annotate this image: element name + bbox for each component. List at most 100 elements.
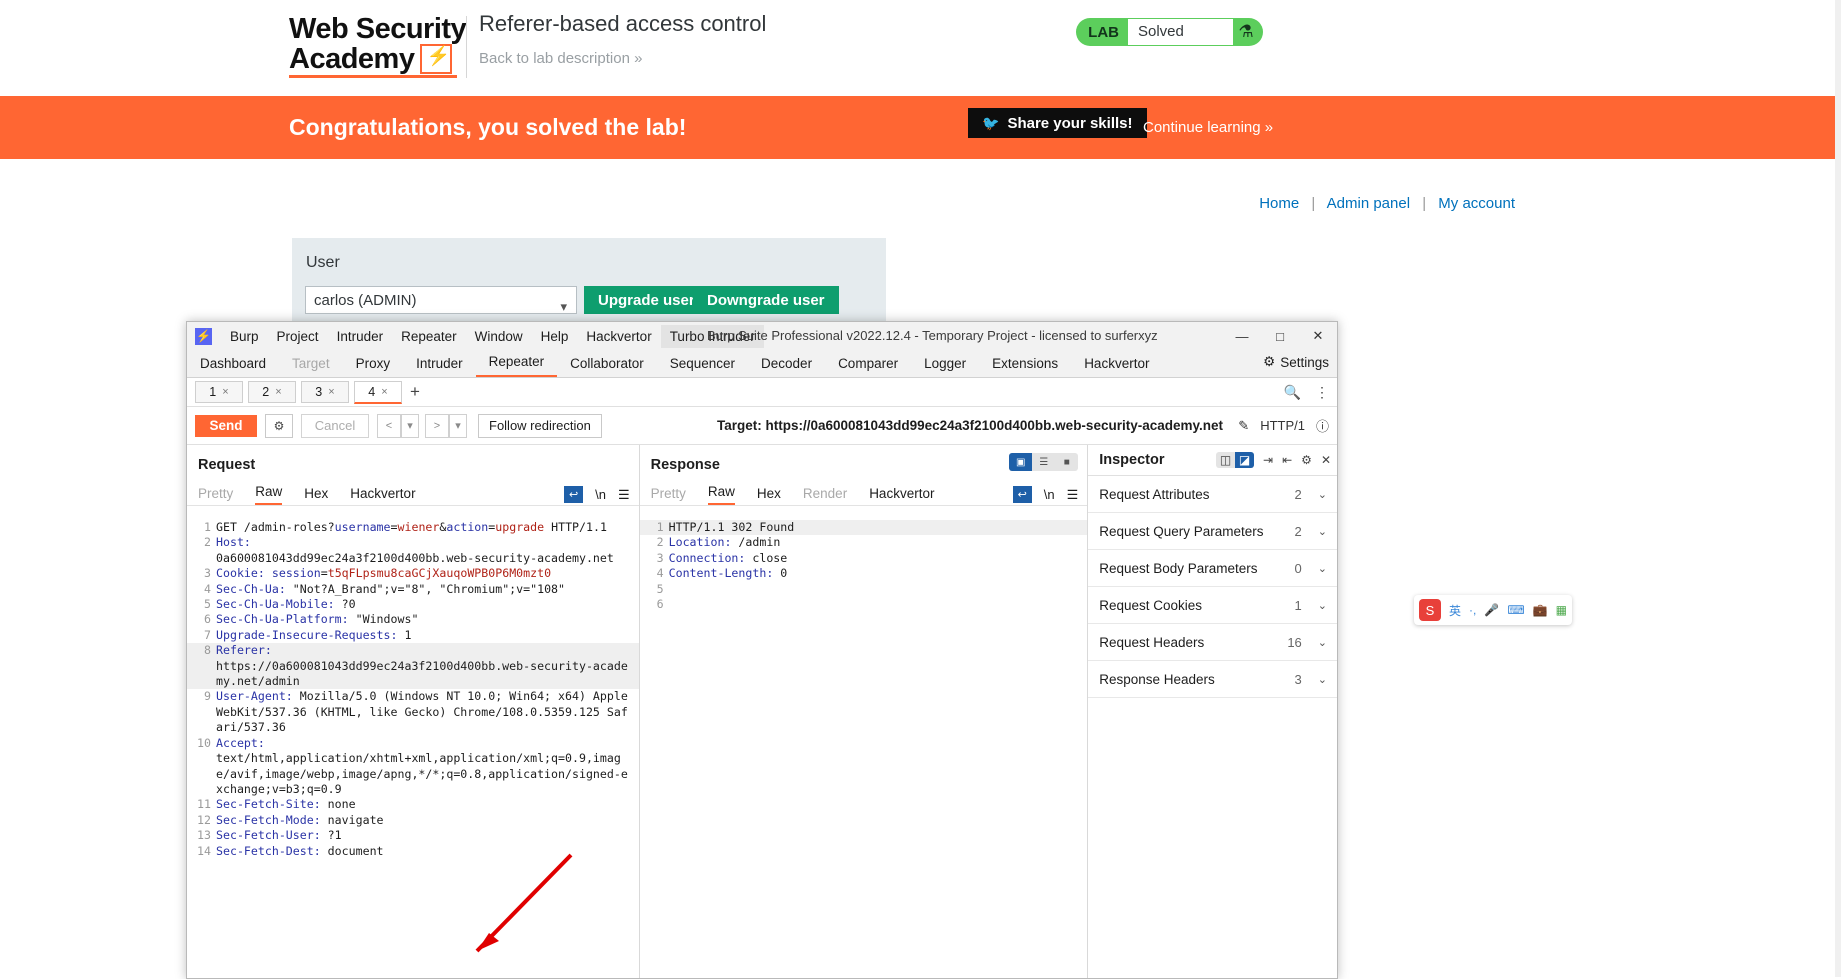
newline-toggle[interactable]: \n xyxy=(595,487,606,502)
close-icon[interactable]: × xyxy=(381,386,387,398)
single-pane-icon[interactable]: ■ xyxy=(1055,453,1078,471)
nav-admin-panel-link[interactable]: Admin panel xyxy=(1327,195,1410,212)
dock-left-icon[interactable]: ◫ xyxy=(1216,452,1235,468)
nav-home-link[interactable]: Home xyxy=(1259,195,1299,212)
repeater-tab-2[interactable]: 2 × xyxy=(248,381,296,403)
chevron-down-icon[interactable]: ⌄ xyxy=(1318,525,1327,538)
repeater-tab-1[interactable]: 1 × xyxy=(195,381,243,403)
next-dropdown[interactable]: ▾ xyxy=(449,413,467,438)
newline-toggle[interactable]: \n xyxy=(1044,487,1055,502)
menu-burp[interactable]: Burp xyxy=(221,325,268,348)
response-tab-hackvertor[interactable]: Hackvertor xyxy=(869,486,934,505)
share-skills-button[interactable]: 🐦 Share your skills! xyxy=(968,108,1147,138)
tab-target[interactable]: Target xyxy=(279,352,343,377)
ime-punctuation-icon[interactable]: ·, xyxy=(1469,603,1476,617)
chevron-down-icon[interactable]: ⌄ xyxy=(1318,488,1327,501)
tab-dashboard[interactable]: Dashboard xyxy=(187,352,279,377)
settings-button[interactable]: ⚙ Settings xyxy=(1263,354,1329,370)
request-tab-raw[interactable]: Raw xyxy=(255,484,283,505)
chevron-down-icon[interactable]: ⌄ xyxy=(1318,599,1327,612)
inspector-row-request-headers[interactable]: Request Headers 16 ⌄ xyxy=(1088,624,1337,661)
close-icon[interactable]: × xyxy=(328,386,334,398)
next-button[interactable]: > xyxy=(425,413,449,438)
ime-logo-icon[interactable]: S xyxy=(1419,599,1441,621)
inspector-row-request-query-parameters[interactable]: Request Query Parameters 2 ⌄ xyxy=(1088,513,1337,550)
academy-logo[interactable]: Web Security Academy xyxy=(289,14,467,78)
request-tab-hex[interactable]: Hex xyxy=(304,486,328,505)
tab-repeater[interactable]: Repeater xyxy=(475,350,558,377)
http-version-label[interactable]: HTTP/1 xyxy=(1260,418,1305,433)
response-tab-raw[interactable]: Raw xyxy=(707,484,735,505)
page-scrollbar[interactable] xyxy=(1835,0,1841,977)
request-tab-hackvertor[interactable]: Hackvertor xyxy=(350,486,415,505)
question-icon[interactable]: ⓘ xyxy=(1316,416,1329,435)
menu-help[interactable]: Help xyxy=(532,325,578,348)
tab-extensions[interactable]: Extensions xyxy=(979,352,1071,377)
burp-titlebar[interactable]: ⚡ Burp Project Intruder Repeater Window Help H… xyxy=(187,322,1337,350)
inspector-row-request-body-parameters[interactable]: Request Body Parameters 0 ⌄ xyxy=(1088,550,1337,587)
pencil-icon[interactable]: ✎ xyxy=(1238,418,1249,434)
toolbox-icon[interactable]: 💼 xyxy=(1533,603,1548,617)
chevron-down-icon[interactable]: ⌄ xyxy=(1318,673,1327,686)
user-select-dropdown[interactable]: carlos (ADMIN) ▾ xyxy=(305,286,577,314)
tab-collaborator[interactable]: Collaborator xyxy=(557,352,657,377)
add-repeater-tab-button[interactable]: + xyxy=(410,382,420,402)
inspector-row-response-headers[interactable]: Response Headers 3 ⌄ xyxy=(1088,661,1337,698)
menu-intruder[interactable]: Intruder xyxy=(328,325,393,348)
collapse-all-icon[interactable]: ⇤ xyxy=(1282,453,1292,467)
ime-language-icon[interactable]: 英 xyxy=(1449,602,1461,619)
response-tab-pretty[interactable]: Pretty xyxy=(651,486,686,505)
close-icon[interactable]: ✕ xyxy=(1321,453,1331,467)
split-horizontal-icon[interactable]: ☰ xyxy=(1032,453,1055,471)
word-wrap-icon[interactable]: ↩ xyxy=(564,486,584,503)
tab-sequencer[interactable]: Sequencer xyxy=(657,352,748,377)
send-button[interactable]: Send xyxy=(195,414,257,437)
gear-icon[interactable]: ⚙ xyxy=(1301,453,1312,467)
dock-right-icon[interactable]: ◪ xyxy=(1235,452,1255,468)
response-tab-render[interactable]: Render xyxy=(803,486,847,505)
follow-redirection-button[interactable]: Follow redirection xyxy=(478,413,602,438)
minimize-button[interactable]: — xyxy=(1223,322,1261,350)
chevron-down-icon[interactable]: ⌄ xyxy=(1318,562,1327,575)
hamburger-icon[interactable]: ☰ xyxy=(618,487,630,503)
back-to-lab-link[interactable]: Back to lab description » xyxy=(479,50,642,67)
expand-all-icon[interactable]: ⇥ xyxy=(1263,453,1273,467)
split-vertical-icon[interactable]: ▣ xyxy=(1009,453,1033,471)
response-tab-hex[interactable]: Hex xyxy=(757,486,781,505)
tab-decoder[interactable]: Decoder xyxy=(748,352,825,377)
inspector-row-request-attributes[interactable]: Request Attributes 2 ⌄ xyxy=(1088,476,1337,513)
upgrade-user-button[interactable]: Upgrade user xyxy=(584,286,709,314)
maximize-button[interactable]: □ xyxy=(1261,322,1299,350)
menu-project[interactable]: Project xyxy=(268,325,328,348)
previous-dropdown[interactable]: ▾ xyxy=(401,413,419,438)
downgrade-user-button[interactable]: Downgrade user xyxy=(693,286,839,314)
hamburger-icon[interactable]: ☰ xyxy=(1067,487,1079,503)
ime-toolbar[interactable]: S 英 ·, 🎤 ⌨ 💼 ▦ xyxy=(1414,595,1572,625)
word-wrap-icon[interactable]: ↩ xyxy=(1012,486,1032,503)
tab-logger[interactable]: Logger xyxy=(911,352,979,377)
menu-hackvertor[interactable]: Hackvertor xyxy=(577,325,660,348)
close-icon[interactable]: × xyxy=(222,386,228,398)
tab-comparer[interactable]: Comparer xyxy=(825,352,911,377)
kebab-menu-icon[interactable]: ⋮ xyxy=(1315,384,1329,401)
request-body[interactable]: 1 GET /admin-roles?username=wiener&action… xyxy=(187,520,639,978)
tab-hackvertor[interactable]: Hackvertor xyxy=(1071,352,1162,377)
continue-learning-link[interactable]: Continue learning » xyxy=(1143,119,1273,136)
close-icon[interactable]: × xyxy=(275,386,281,398)
previous-button[interactable]: < xyxy=(377,413,401,438)
menu-repeater[interactable]: Repeater xyxy=(392,325,466,348)
repeater-tab-3[interactable]: 3 × xyxy=(301,381,349,403)
keyboard-icon[interactable]: ⌨ xyxy=(1507,603,1524,617)
inspector-row-request-cookies[interactable]: Request Cookies 1 ⌄ xyxy=(1088,587,1337,624)
close-button[interactable]: ✕ xyxy=(1299,322,1337,350)
menu-window[interactable]: Window xyxy=(466,325,532,348)
tab-intruder[interactable]: Intruder xyxy=(403,352,476,377)
mic-icon[interactable]: 🎤 xyxy=(1484,603,1499,617)
nav-my-account-link[interactable]: My account xyxy=(1438,195,1515,212)
cancel-button[interactable]: Cancel xyxy=(301,413,369,438)
repeater-tab-4[interactable]: 4 × xyxy=(354,380,402,404)
request-tab-pretty[interactable]: Pretty xyxy=(198,486,233,505)
tab-proxy[interactable]: Proxy xyxy=(343,352,404,377)
response-body[interactable]: 1 HTTP/1.1 302 Found 2 Location: /admin 3 Con… xyxy=(639,520,1088,978)
apps-icon[interactable]: ▦ xyxy=(1556,603,1567,617)
